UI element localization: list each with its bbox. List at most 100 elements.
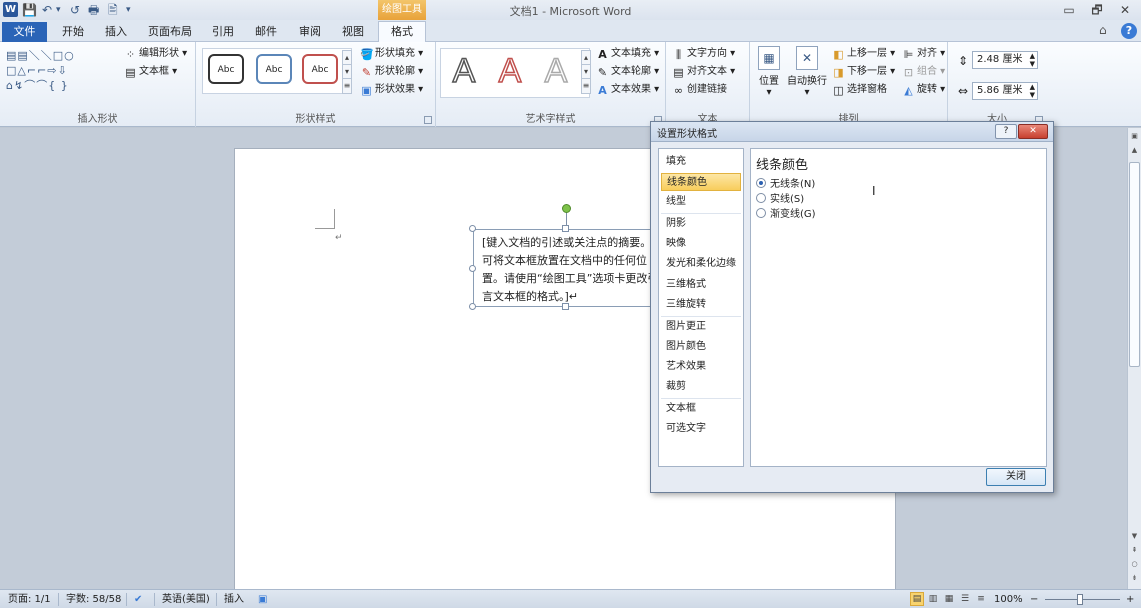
tab-mailings[interactable]: 邮件: [248, 22, 284, 42]
nav-item-shadow[interactable]: 阴影: [661, 215, 741, 233]
nav-item-fill[interactable]: 填充: [661, 153, 741, 171]
customize-qat-icon[interactable]: ▾: [126, 2, 131, 18]
wordart-style-2[interactable]: A: [492, 51, 528, 91]
nav-item-picture-color[interactable]: 图片颜色: [661, 338, 741, 356]
scroll-up-icon[interactable]: ▲: [1128, 144, 1141, 156]
nav-item-text-box[interactable]: 文本框: [661, 400, 741, 418]
minimize-button[interactable]: ▭: [1058, 2, 1080, 18]
dialog-help-button[interactable]: ?: [995, 124, 1017, 139]
selection-pane-button[interactable]: ◫ 选择窗格: [832, 82, 887, 98]
quote-text-box[interactable]: [键入文档的引述或关注点的摘要。您可将文本框放置在文档中的任何位置。请使用“绘图…: [473, 229, 673, 307]
resize-handle-bottom-left[interactable]: [469, 303, 476, 310]
redo-icon[interactable]: ↺: [70, 2, 80, 18]
nav-item-3d-format[interactable]: 三维格式: [661, 276, 741, 294]
tab-home[interactable]: 开始: [55, 22, 91, 42]
print-icon[interactable]: 🖶: [88, 2, 99, 18]
zoom-out-icon[interactable]: −: [1030, 592, 1038, 607]
align-text-button[interactable]: ▤ 对齐文本 ▾: [672, 64, 735, 80]
shape-width-input[interactable]: 5.86 厘米 ▲ ▼: [972, 82, 1038, 100]
wordart-style-3[interactable]: A: [538, 51, 574, 91]
wordart-style-1[interactable]: A: [446, 51, 482, 91]
wordart-more[interactable]: ≡: [581, 78, 591, 94]
undo-icon[interactable]: ↶: [42, 2, 52, 18]
macro-record-icon[interactable]: ▣: [258, 592, 267, 607]
shape-effects-button[interactable]: ▣ 形状效果 ▾: [360, 82, 423, 98]
dialog-title-bar[interactable]: 设置形状格式 ? ✕: [651, 122, 1053, 142]
group-button[interactable]: ⊡ 组合 ▾: [902, 64, 945, 80]
word-count[interactable]: 字数: 58/58: [66, 592, 121, 607]
nav-item-alt-text[interactable]: 可选文字: [661, 420, 741, 438]
tab-format[interactable]: 格式: [378, 21, 426, 43]
vertical-scrollbar[interactable]: ▣ ▲ ▼ ⇞ ○ ⇟: [1127, 128, 1141, 589]
position-button[interactable]: ▦ 位置 ▾: [754, 46, 784, 98]
web-layout-icon[interactable]: ▦: [942, 592, 956, 606]
proofing-icon[interactable]: ✔: [134, 592, 142, 607]
nav-item-reflection[interactable]: 映像: [661, 235, 741, 253]
tab-view[interactable]: 视图: [335, 22, 371, 42]
tab-references[interactable]: 引用: [205, 22, 241, 42]
help-icon[interactable]: ?: [1121, 23, 1137, 39]
nav-item-picture-corrections[interactable]: 图片更正: [661, 318, 741, 336]
text-outline-button[interactable]: ✎ 文本轮廓 ▾: [596, 64, 659, 80]
text-direction-button[interactable]: ⫼ 文字方向 ▾: [672, 46, 735, 62]
shape-style-2[interactable]: Abc: [256, 54, 292, 84]
shape-style-1[interactable]: Abc: [208, 54, 244, 84]
text-box-button[interactable]: ▤ 文本框 ▾: [124, 64, 177, 80]
insert-mode[interactable]: 插入: [224, 592, 244, 607]
align-button[interactable]: ⊫ 对齐 ▾: [902, 46, 946, 62]
nav-item-line-style[interactable]: 线型: [661, 193, 741, 211]
wrap-text-button[interactable]: ✕ 自动换行 ▾: [786, 46, 828, 98]
edit-shape-button[interactable]: ⁘ 编辑形状 ▾: [124, 46, 187, 62]
gallery-more[interactable]: ≡: [342, 78, 352, 94]
undo-dropdown-icon[interactable]: ▾: [56, 2, 61, 18]
shape-fill-button[interactable]: 🪣形状填充 ▾: [360, 46, 423, 62]
tab-file[interactable]: 文件: [2, 22, 47, 42]
zoom-in-icon[interactable]: +: [1126, 592, 1134, 607]
shape-outline-button[interactable]: ✎ 形状轮廓 ▾: [360, 64, 423, 80]
tab-page-layout[interactable]: 页面布局: [142, 22, 198, 42]
print-preview-icon[interactable]: 🖹: [108, 2, 118, 18]
nav-item-artistic-effects[interactable]: 艺术效果: [661, 358, 741, 376]
text-fill-button[interactable]: A 文本填充 ▾: [596, 46, 659, 62]
tab-review[interactable]: 审阅: [292, 22, 328, 42]
height-spinner-icon[interactable]: ▲ ▼: [1030, 52, 1035, 68]
create-link-button[interactable]: ∞ 创建链接: [672, 82, 727, 98]
rotate-button[interactable]: ◭ 旋转 ▾: [902, 82, 945, 98]
bring-forward-button[interactable]: ◧ 上移一层 ▾: [832, 46, 895, 62]
language[interactable]: 英语(美国): [162, 592, 210, 607]
nav-item-3d-rotation[interactable]: 三维旋转: [661, 296, 741, 314]
shape-height-input[interactable]: 2.48 厘米 ▲ ▼: [972, 51, 1038, 69]
send-backward-button[interactable]: ◨ 下移一层 ▾: [832, 64, 895, 80]
full-screen-reading-icon[interactable]: ▥: [926, 592, 940, 606]
radio-gradient-line[interactable]: 渐变线(G): [756, 207, 816, 222]
resize-handle-top-left[interactable]: [469, 225, 476, 232]
width-spinner-icon[interactable]: ▲ ▼: [1030, 83, 1035, 99]
word-app-icon[interactable]: W: [3, 2, 18, 17]
previous-page-icon[interactable]: ⇞: [1128, 544, 1141, 556]
radio-solid-line[interactable]: 实线(S): [756, 192, 804, 207]
draft-view-icon[interactable]: ≡: [974, 592, 988, 606]
close-window-button[interactable]: ✕: [1114, 2, 1136, 18]
tab-insert[interactable]: 插入: [98, 22, 134, 42]
dialog-close-button[interactable]: ✕: [1018, 124, 1048, 139]
resize-handle-top[interactable]: [562, 225, 569, 232]
browse-object-icon[interactable]: ○: [1128, 558, 1141, 570]
save-icon[interactable]: 💾: [22, 2, 37, 18]
text-effects-button[interactable]: A 文本效果 ▾: [596, 82, 659, 98]
resize-handle-left[interactable]: [469, 265, 476, 272]
scroll-down-icon[interactable]: ▼: [1128, 530, 1141, 542]
shape-styles-launcher-icon[interactable]: [424, 116, 432, 124]
rotate-handle[interactable]: [562, 204, 571, 213]
next-page-icon[interactable]: ⇟: [1128, 572, 1141, 584]
nav-item-line-color[interactable]: 线条颜色: [661, 173, 741, 191]
zoom-level[interactable]: 100%: [994, 592, 1023, 607]
minimize-ribbon-icon[interactable]: ⌂: [1099, 23, 1107, 37]
dialog-close-action-button[interactable]: 关闭: [986, 468, 1046, 486]
scroll-thumb[interactable]: [1129, 162, 1140, 367]
nav-item-crop[interactable]: 裁剪: [661, 378, 741, 396]
radio-no-line[interactable]: 无线条(N): [756, 177, 815, 192]
print-layout-icon[interactable]: ▤: [910, 592, 924, 606]
zoom-slider-thumb[interactable]: [1077, 594, 1083, 605]
shape-style-3[interactable]: Abc: [302, 54, 338, 84]
resize-handle-bottom[interactable]: [562, 303, 569, 310]
